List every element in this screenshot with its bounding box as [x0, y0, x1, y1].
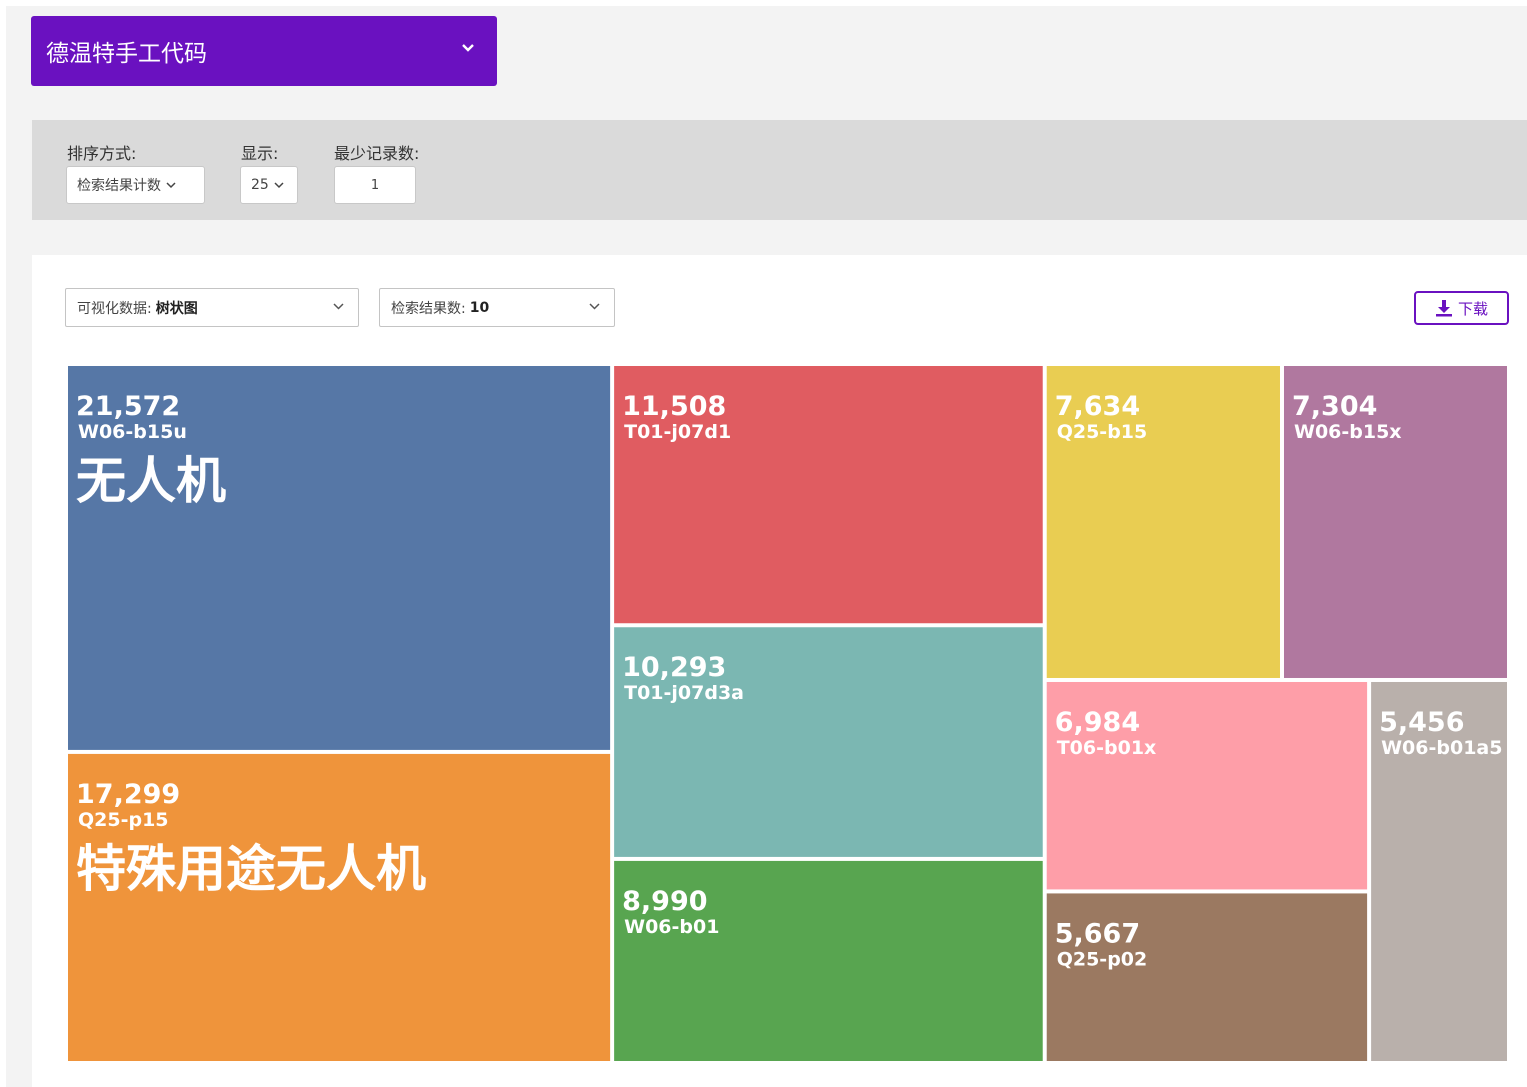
treemap-desc-label: 无人机 — [76, 452, 226, 510]
treemap-cell-T06-b01x[interactable]: 6,984T06-b01x — [1046, 681, 1368, 890]
treemap-cell-W06-b15u[interactable]: 21,572W06-b15u 无人机 — [68, 366, 611, 750]
treemap-code-label: W06-b15x — [1294, 421, 1402, 443]
treemap-code-label: T06-b01x — [1057, 737, 1157, 759]
treemap-cell-Q25-p15[interactable]: 17,299Q25-p15 特殊用途无人机 — [68, 753, 611, 1061]
treemap-cell-W06-b01[interactable]: 8,990W06-b01 — [614, 860, 1043, 1061]
treemap-value-label: 8,990 — [622, 886, 707, 917]
treemap-chart: 21,572W06-b15u 无人机 17,299Q25-p15 特殊用途无人机 11,… — [68, 366, 1507, 1061]
treemap-value-label: 17,299 — [76, 779, 180, 810]
treemap-code-label: Q25-p15 — [78, 809, 169, 831]
treemap-value-label: 5,456 — [1379, 707, 1464, 738]
treemap-value-label: 5,667 — [1055, 918, 1140, 949]
treemap-cell-W06-b15x[interactable]: 7,304W06-b15x — [1283, 366, 1507, 678]
treemap-code-label: Q25-p02 — [1057, 948, 1148, 970]
treemap-value-label: 6,984 — [1055, 707, 1140, 738]
treemap-code-label: W06-b15u — [78, 421, 187, 443]
treemap-value-label: 10,293 — [622, 652, 726, 683]
treemap-value-label: 7,304 — [1292, 391, 1377, 422]
treemap-code-label: T01-j07d1 — [624, 421, 731, 443]
treemap-code-label: T01-j07d3a — [624, 682, 744, 704]
treemap-code-label: W06-b01a5 — [1381, 737, 1502, 759]
treemap-code-label: Q25-b15 — [1057, 421, 1148, 443]
treemap-cell-T01-j07d3a[interactable]: 10,293T01-j07d3a — [614, 627, 1043, 857]
treemap-cell-Q25-p02[interactable]: 5,667Q25-p02 — [1046, 893, 1368, 1061]
treemap-cell-W06-b01a5[interactable]: 5,456W06-b01a5 — [1371, 681, 1507, 1061]
treemap-desc-label: 特殊用途无人机 — [76, 840, 426, 898]
treemap-value-label: 7,634 — [1055, 391, 1140, 422]
treemap-code-label: W06-b01 — [624, 916, 719, 938]
treemap-cell-T01-j07d1[interactable]: 11,508T01-j07d1 — [614, 366, 1043, 624]
treemap-cell-Q25-b15[interactable]: 7,634Q25-b15 — [1046, 366, 1280, 678]
treemap-value-label: 11,508 — [622, 391, 726, 422]
treemap-value-label: 21,572 — [76, 391, 180, 422]
